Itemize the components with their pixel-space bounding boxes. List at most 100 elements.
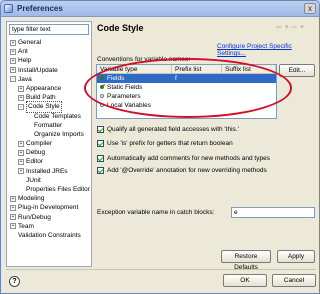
expand-icon[interactable]: + bbox=[10, 67, 16, 74]
tree-item-label: Appearance bbox=[26, 84, 62, 92]
tree-item-label: JUnit bbox=[26, 176, 41, 184]
expand-icon[interactable]: + bbox=[18, 140, 24, 147]
footer-divider bbox=[6, 269, 316, 270]
checkbox-label: Add '@Override' annotation for new overr… bbox=[107, 167, 267, 174]
help-icon[interactable]: ? bbox=[9, 276, 20, 287]
close-button[interactable]: x bbox=[304, 3, 316, 14]
expand-icon[interactable]: + bbox=[18, 159, 24, 166]
is-prefix-checkbox[interactable]: Use 'is' prefix for getters that return … bbox=[97, 140, 233, 147]
variable-type-cell: Parameters bbox=[107, 93, 141, 100]
tree-item-label: General bbox=[18, 39, 42, 46]
forward-dropdown-arrow-icon[interactable]: ▾ bbox=[300, 23, 304, 31]
tree-item[interactable]: Validation Constraints bbox=[7, 231, 93, 240]
tree-item[interactable]: + General bbox=[7, 38, 93, 47]
checkbox-label: Use 'is' prefix for getters that return … bbox=[107, 140, 233, 147]
tree-item[interactable]: + Compiler bbox=[7, 139, 93, 148]
tree-item[interactable]: - Code Style bbox=[7, 101, 93, 113]
tree-item-label: Help bbox=[18, 57, 32, 65]
tree-item[interactable]: + Installed JREs bbox=[7, 167, 93, 176]
tree-item[interactable]: + Editor bbox=[7, 157, 93, 166]
prefix-cell: f bbox=[175, 75, 177, 82]
column-header-variable-type[interactable]: Variable type bbox=[97, 65, 172, 73]
preferences-window: Preferences x +General+Ant+Help+Install/… bbox=[0, 0, 320, 294]
tree-item[interactable]: - Java bbox=[7, 75, 93, 84]
tree-item[interactable]: Code Templates bbox=[7, 112, 93, 121]
tree-item-label: Organize Imports bbox=[34, 130, 84, 138]
table-row[interactable]: Fields f bbox=[97, 74, 276, 83]
expand-icon[interactable]: + bbox=[18, 94, 24, 101]
override-annotation-checkbox[interactable]: Add '@Override' annotation for new overr… bbox=[97, 167, 267, 174]
checkbox-icon[interactable] bbox=[97, 167, 104, 174]
window-title: Preferences bbox=[17, 4, 63, 13]
expand-icon[interactable]: + bbox=[10, 214, 16, 221]
tree-item-label: Compiler bbox=[26, 140, 53, 148]
tree-item-label: Modeling bbox=[18, 195, 45, 203]
expand-icon[interactable]: + bbox=[10, 48, 16, 55]
expand-icon[interactable]: + bbox=[18, 149, 24, 156]
expand-icon[interactable]: + bbox=[10, 39, 16, 46]
qualify-field-access-checkbox[interactable]: Qualify all generated field accesses wit… bbox=[97, 126, 239, 133]
table-header: Variable type Prefix list Suffix list bbox=[97, 65, 276, 74]
column-header-suffix-list[interactable]: Suffix list bbox=[222, 65, 276, 73]
tree-item-label: Ant bbox=[18, 48, 28, 56]
expand-icon[interactable]: + bbox=[10, 57, 16, 64]
tree-item[interactable]: + Plug-in Development bbox=[7, 203, 93, 212]
tree-item[interactable]: + Help bbox=[7, 56, 93, 65]
filter-input[interactable] bbox=[9, 24, 89, 35]
tree-item[interactable]: + Modeling bbox=[7, 194, 93, 203]
expand-icon[interactable]: + bbox=[18, 85, 24, 92]
tree-item[interactable]: + Run/Debug bbox=[7, 213, 93, 222]
tree-item[interactable]: Properties Files Editor bbox=[7, 185, 93, 194]
tree-item[interactable]: + Team bbox=[7, 222, 93, 231]
tree-item-label: Formatter bbox=[34, 121, 63, 129]
ok-button[interactable]: OK bbox=[223, 274, 267, 287]
collapse-icon[interactable]: - bbox=[10, 76, 16, 83]
tree-item[interactable]: + Ant bbox=[7, 47, 93, 56]
table-row[interactable]: Parameters bbox=[97, 92, 276, 101]
cancel-button[interactable]: Cancel bbox=[272, 274, 316, 287]
expand-icon[interactable]: + bbox=[10, 204, 16, 211]
configure-project-settings-link[interactable]: Configure Project Specific Settings... bbox=[217, 43, 319, 57]
checkbox-icon[interactable] bbox=[97, 126, 104, 133]
variable-type-cell: Fields bbox=[107, 75, 125, 82]
local-variable-icon bbox=[100, 103, 104, 108]
apply-button[interactable]: Apply bbox=[277, 250, 315, 263]
field-icon bbox=[100, 76, 104, 81]
checkbox-icon[interactable] bbox=[97, 140, 104, 147]
tree-item-label: Run/Debug bbox=[18, 213, 51, 221]
exception-variable-input[interactable] bbox=[231, 207, 315, 218]
edit-button[interactable]: Edit... bbox=[279, 64, 315, 77]
tree-item[interactable]: + Install/Update bbox=[7, 66, 93, 75]
collapse-icon[interactable]: - bbox=[18, 103, 24, 110]
tree-item[interactable]: Formatter bbox=[7, 121, 93, 130]
auto-comments-checkbox[interactable]: Automatically add comments for new metho… bbox=[97, 155, 270, 162]
dropdown-arrow-icon[interactable]: ▾ bbox=[285, 23, 289, 31]
tree-item[interactable]: JUnit bbox=[7, 176, 93, 185]
static-field-icon bbox=[100, 85, 104, 90]
title-bar: Preferences x bbox=[1, 1, 319, 17]
tree-item-label: Debug bbox=[26, 149, 46, 157]
tree-item[interactable]: + Debug bbox=[7, 148, 93, 157]
tree-item[interactable]: Organize Imports bbox=[7, 130, 93, 139]
tree-item-label: Java bbox=[18, 75, 32, 83]
expand-icon[interactable]: + bbox=[18, 168, 24, 175]
variable-type-cell: Local Variables bbox=[107, 102, 151, 109]
column-header-prefix-list[interactable]: Prefix list bbox=[172, 65, 222, 73]
checkbox-icon[interactable] bbox=[97, 155, 104, 162]
forward-arrow-icon[interactable]: ⇨ bbox=[291, 23, 297, 31]
checkbox-label: Qualify all generated field accesses wit… bbox=[107, 126, 239, 133]
page-title: Code Style bbox=[97, 23, 144, 33]
restore-defaults-button[interactable]: Restore Defaults bbox=[221, 250, 271, 271]
tree-item-label: Plug-in Development bbox=[18, 204, 79, 212]
table-row[interactable]: Local Variables bbox=[97, 101, 276, 110]
exception-variable-label: Exception variable name in catch blocks: bbox=[97, 209, 215, 216]
expand-icon[interactable]: + bbox=[10, 223, 16, 230]
tree-item[interactable]: + Appearance bbox=[7, 84, 93, 93]
table-row[interactable]: Static Fields bbox=[97, 83, 276, 92]
conventions-label: Conventions for variable names: bbox=[97, 56, 191, 63]
parameter-icon bbox=[100, 94, 104, 99]
expand-icon[interactable]: + bbox=[10, 195, 16, 202]
variable-type-cell: Static Fields bbox=[107, 84, 143, 91]
back-arrow-icon[interactable]: ⇦ bbox=[276, 23, 282, 31]
preferences-tree: + General + Ant + Help + Install/Update - Java + Ap… bbox=[7, 38, 93, 240]
